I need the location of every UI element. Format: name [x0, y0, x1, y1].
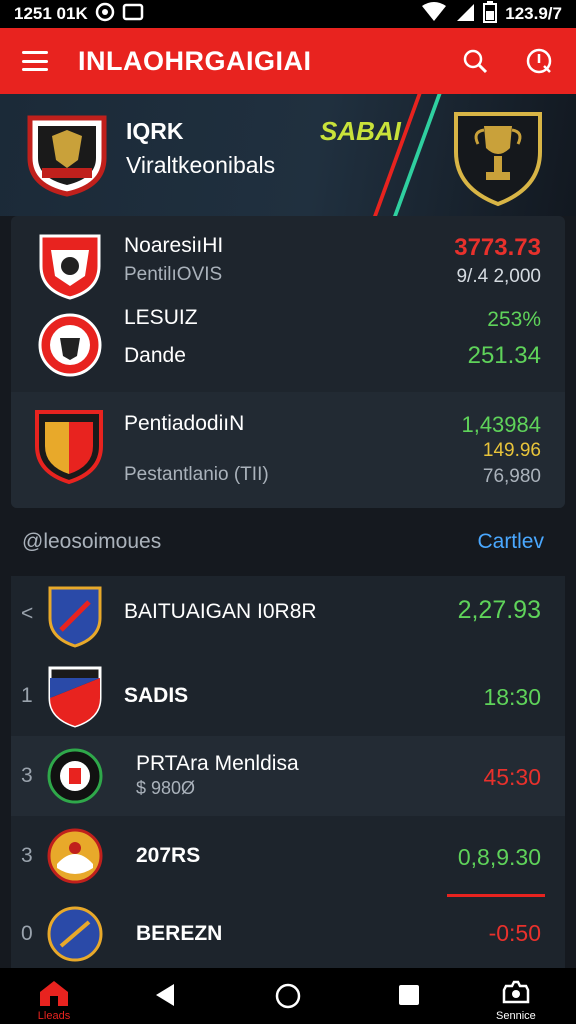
list-item[interactable]: 3 207RS 0,8,9.30 [11, 816, 565, 897]
team-name: BEREZN [136, 922, 223, 945]
search-icon[interactable] [460, 46, 490, 76]
team-crest-icon [39, 234, 101, 300]
section-action-link[interactable]: Cartlev [477, 530, 544, 554]
list-item[interactable]: 0 BEREZN -0:50 [11, 896, 565, 968]
team-value: 1,43984 [461, 412, 541, 437]
back-icon [156, 984, 174, 1006]
team-name: LESUIZ [124, 306, 198, 329]
list-rank: 3 [21, 764, 33, 787]
team-value: 253% [487, 308, 541, 331]
tv-icon [122, 2, 144, 27]
team-value-sub: 9/.4 2,000 [456, 266, 541, 287]
team-crest-icon [48, 586, 102, 648]
team-name: BAITUAIGAN I0R8R [124, 600, 317, 623]
list-item[interactable]: 3 PRTArа Menldisa $ 980Ø 45:30 [11, 736, 565, 816]
list-item[interactable]: 1 SADIS 18:30 [11, 656, 565, 736]
team-sub: PentilıOVIS [124, 264, 223, 285]
section-header: @leosoimoues Cartlev [0, 524, 576, 564]
menu-icon[interactable] [22, 51, 48, 71]
team-name: 207RS [136, 844, 201, 867]
team-crest-icon [47, 828, 103, 884]
team-crest-icon [48, 666, 102, 728]
home-button[interactable] [274, 982, 302, 1010]
featured-row[interactable]: NoaresiıHI PentilıOVIS 3773.73 9/.4 2,00… [11, 216, 565, 300]
team-value-sub: 76,980 [482, 466, 541, 487]
team-crest-icon [47, 748, 103, 804]
team-sub: Pestantlanio (TII) [124, 464, 269, 485]
team-name: SADIS [124, 684, 189, 707]
team-value-mid: 149.96 [482, 440, 541, 461]
list-rank: 1 [21, 684, 33, 707]
team-sub: Dande [124, 344, 186, 367]
circle-home-icon [275, 983, 301, 1009]
featured-row[interactable]: PentiadodiıN Pestantlanio (TII) 1,43984 … [11, 392, 565, 508]
nav-settings[interactable]: Sennice [496, 978, 536, 1022]
battery-level: 123.9/7 [505, 4, 562, 23]
app-title: INLAOHRGAIGIAI [78, 45, 312, 76]
team-value: 0,8,9.30 [457, 844, 541, 870]
nav-home-label: Lleads [37, 1010, 71, 1022]
status-bar: 1251 01K 123.9/7 [0, 0, 576, 28]
status-time: 1251 01K [14, 4, 88, 23]
list-item[interactable]: < BAITUAIGAN I0R8R 2,27.93 [11, 576, 565, 656]
app-bar: INLAOHRGAIGIAI [0, 28, 576, 94]
team-name: NoaresiıHI [124, 234, 224, 257]
team-value: 3773.73 [454, 234, 541, 261]
team-crest-icon [47, 906, 103, 962]
team-sub: $ 980Ø [136, 778, 196, 798]
nav-home[interactable]: Lleads [36, 978, 72, 1022]
list-rank: < [21, 602, 34, 625]
team-crest-icon [35, 410, 103, 485]
team-list: < BAITUAIGAN I0R8R 2,27.93 1 SADIS 18:30… [11, 576, 565, 968]
featured-card: NoaresiıHI PentilıOVIS 3773.73 9/.4 2,00… [11, 216, 565, 508]
navigation-bar: Lleads Sennice [0, 968, 576, 1024]
team-crest-icon [38, 313, 102, 377]
hero-stripe-red [366, 94, 422, 216]
section-title: @leosoimoues [22, 530, 162, 553]
list-rank: 3 [21, 844, 33, 867]
team-value-sub: 251.34 [467, 342, 541, 369]
square-recents-icon [399, 985, 419, 1005]
sync-icon [94, 1, 116, 28]
hero-subtitle: Viraltkeonibals [126, 152, 276, 178]
alert-icon[interactable] [524, 46, 554, 76]
battery-icon [483, 0, 498, 28]
featured-row[interactable]: LESUIZ Dande 253% 251.34 [11, 300, 565, 392]
team-value: 45:30 [483, 764, 541, 790]
settings-icon [502, 980, 530, 1004]
nav-settings-label: Sennice [496, 1010, 536, 1022]
team-name: PentiadodiıN [124, 412, 245, 435]
team-name: PRTArа Menldisa [136, 752, 299, 775]
team-crest-icon [27, 115, 107, 197]
home-icon [40, 981, 68, 1006]
hero-title: IQRK [126, 118, 184, 144]
signal-icon [455, 2, 475, 27]
hero-banner[interactable]: IQRK Viraltkeonibals SABAI [0, 94, 576, 216]
team-value: 18:30 [483, 684, 541, 710]
team-value: -0:50 [488, 920, 541, 946]
back-button[interactable] [152, 982, 178, 1008]
list-rank: 0 [21, 922, 33, 945]
team-value: 2,27.93 [457, 596, 541, 624]
recents-button[interactable] [396, 982, 422, 1008]
trophy-icon [454, 112, 542, 207]
wifi-icon [421, 1, 447, 27]
hero-tag: SABAI [320, 116, 401, 146]
